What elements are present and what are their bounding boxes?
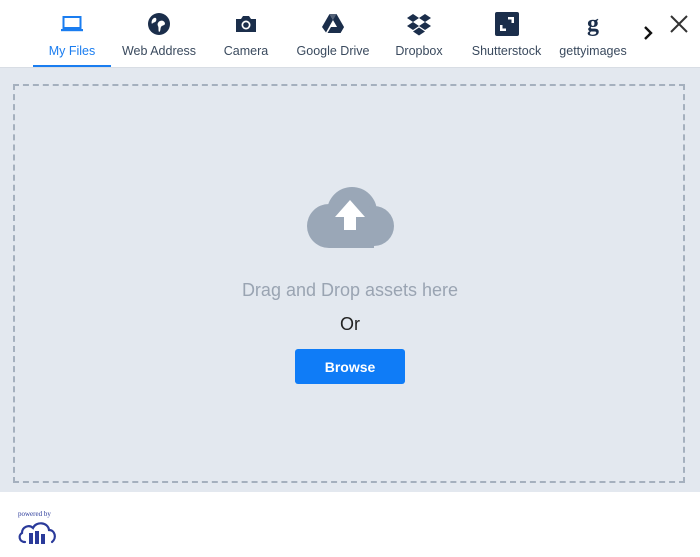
footer [0, 492, 700, 557]
close-icon[interactable] [668, 13, 690, 35]
tab-shutterstock[interactable]: Shutterstock [469, 0, 544, 67]
dropbox-icon [407, 14, 431, 36]
cloudinary-logo-icon[interactable] [17, 518, 57, 546]
tab-label: Camera [223, 44, 269, 58]
gettyimages-icon: g [587, 12, 599, 36]
tab-google-drive[interactable]: Google Drive [292, 0, 374, 67]
shutterstock-icon [494, 12, 519, 36]
svg-text:g: g [587, 12, 599, 36]
or-separator: Or [340, 314, 360, 334]
camera-icon [236, 16, 256, 32]
tab-my-files[interactable]: My Files [33, 0, 111, 67]
tab-label: Dropbox [395, 44, 443, 58]
tab-label: Shutterstock [471, 44, 542, 58]
chevron-right-icon[interactable] [640, 22, 656, 44]
upload-cloud-icon [307, 187, 394, 248]
laptop-icon [61, 16, 83, 32]
tab-camera[interactable]: Camera [211, 0, 281, 67]
tab-dropbox[interactable]: Dropbox [388, 0, 450, 67]
globe-icon [148, 13, 170, 35]
source-tab-bar: My Files Web Address Camera Google Drive [0, 0, 700, 68]
google-drive-icon [322, 14, 344, 33]
tab-label: gettyimages [559, 44, 627, 58]
tab-web-address[interactable]: Web Address [117, 0, 201, 67]
powered-by-label: powered by [18, 510, 51, 518]
browse-button[interactable]: Browse [295, 349, 405, 384]
tab-label: Web Address [121, 44, 197, 58]
tab-label: Google Drive [296, 44, 370, 58]
tab-label: My Files [48, 44, 96, 58]
drag-drop-hint: Drag and Drop assets here [241, 280, 459, 300]
tab-gettyimages[interactable]: g gettyimages [558, 0, 628, 67]
